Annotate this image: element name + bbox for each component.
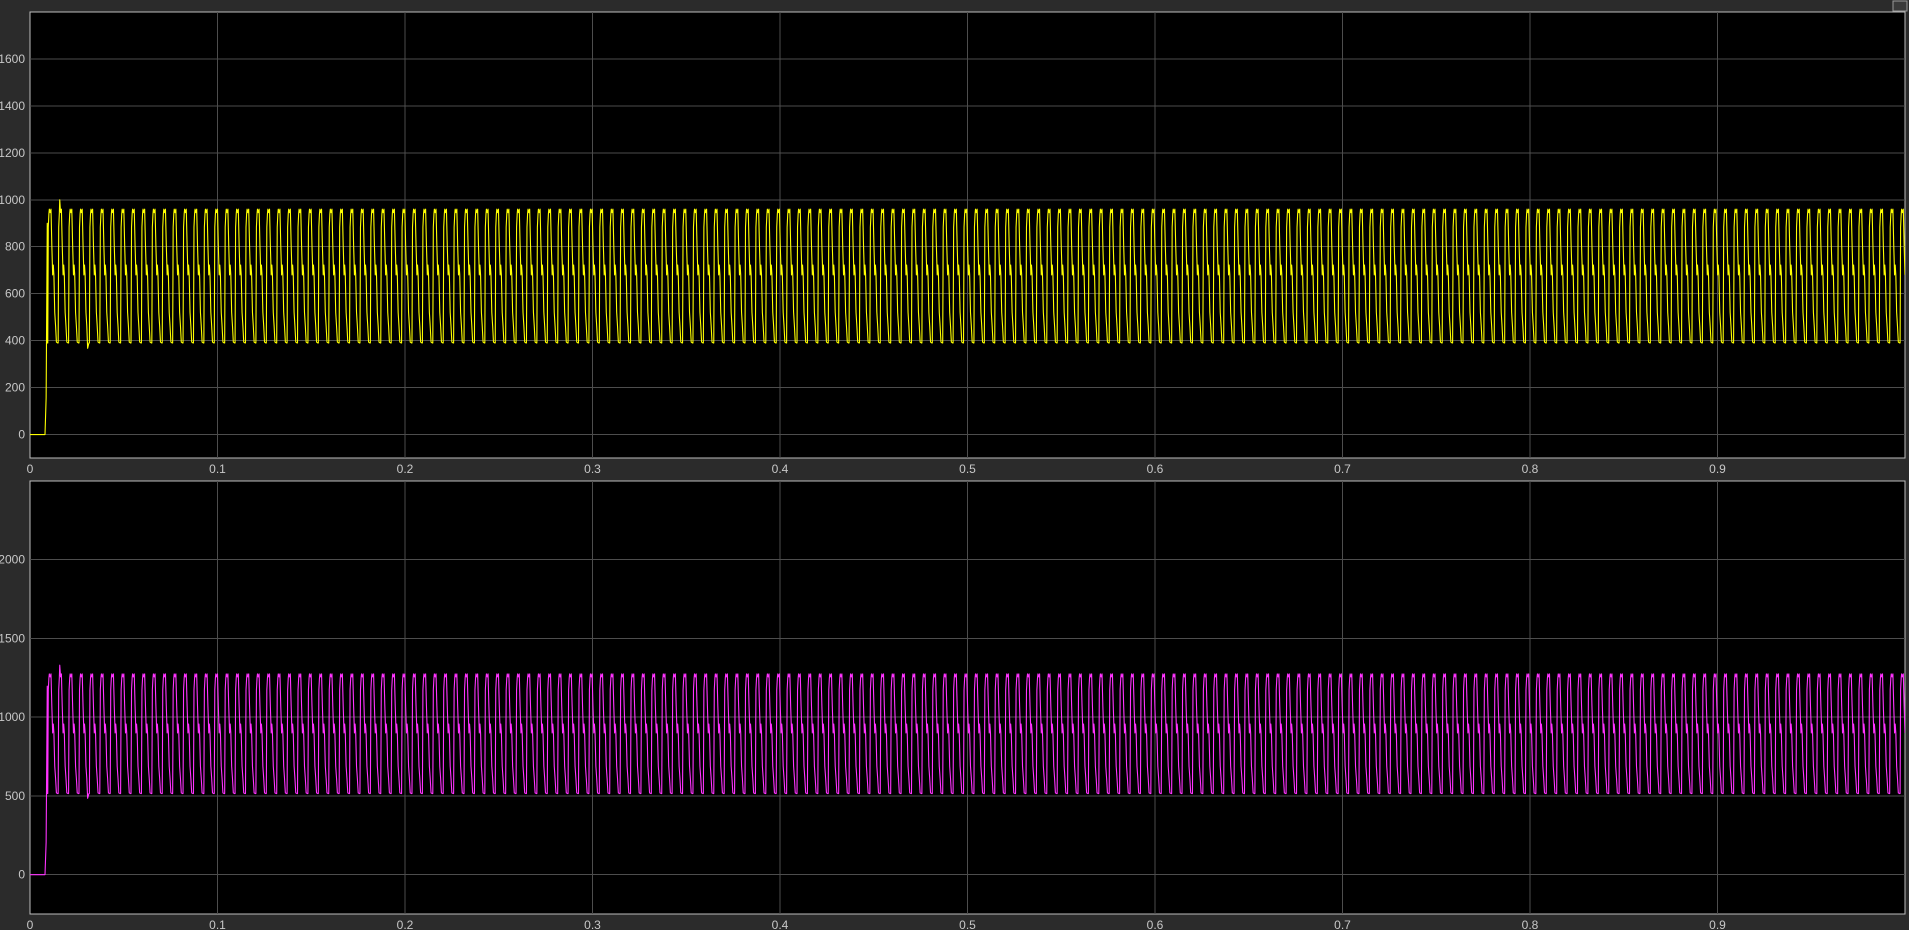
y-tick-label: 1500: [0, 631, 25, 645]
subplot-2: 0 0.1 0.2 0.3 0.4 0.5 0.6 0.7 0.8 0.9 0 500 1000 1500…: [0, 480, 1906, 930]
x-tick-label: 0.9: [1709, 918, 1726, 930]
x-tick-label: 0.8: [1522, 462, 1539, 476]
x-tick-label: 0: [27, 462, 34, 476]
subplot-1: 0 0.1 0.2 0.3 0.4 0.5 0.6 0.7 0.8 0.9 0 200 400 600 80…: [0, 11, 1906, 476]
y-tick-label: 1200: [0, 146, 25, 160]
y-tick-label: 1600: [0, 52, 25, 66]
x-tick-label: 0.3: [584, 462, 601, 476]
x-tick-label: 0.4: [772, 462, 789, 476]
y-tick-label: 1000: [0, 193, 25, 207]
x-tick-label: 0.5: [959, 462, 976, 476]
y-tick-label: 200: [5, 381, 25, 395]
restore-icon[interactable]: [1892, 0, 1908, 12]
x-tick-label: 0.9: [1709, 462, 1726, 476]
x-tick-label: 0.7: [1334, 918, 1351, 930]
y-tick-label: 500: [5, 789, 25, 803]
y-tick-label: 400: [5, 334, 25, 348]
y-tick-label: 1400: [0, 99, 25, 113]
x-tick-label: 0.2: [397, 918, 414, 930]
x-tick-label: 0.3: [584, 918, 601, 930]
x-tick-label: 0.6: [1147, 462, 1164, 476]
x-tick-label: 0.6: [1147, 918, 1164, 930]
x-tick-label: 0.4: [772, 918, 789, 930]
y-tick-label: 0: [18, 868, 25, 882]
x-tick-label: 0.1: [209, 918, 226, 930]
x-tick-label: 0.5: [959, 918, 976, 930]
x-tick-label: 0.8: [1522, 918, 1539, 930]
x-tick-label: 0.2: [397, 462, 414, 476]
x-tick-label: 0.1: [209, 462, 226, 476]
y-tick-label: 2000: [0, 553, 25, 567]
y-tick-label: 0: [18, 428, 25, 442]
y-tick-label: 1000: [0, 710, 25, 724]
x-tick-label: 0.7: [1334, 462, 1351, 476]
x-tick-label: 0: [27, 918, 34, 930]
y-tick-label: 600: [5, 287, 25, 301]
scope-figure: 0 0.1 0.2 0.3 0.4 0.5 0.6 0.7 0.8 0.9 0 200 400 600 80…: [0, 0, 1908, 930]
y-tick-label: 800: [5, 240, 25, 254]
